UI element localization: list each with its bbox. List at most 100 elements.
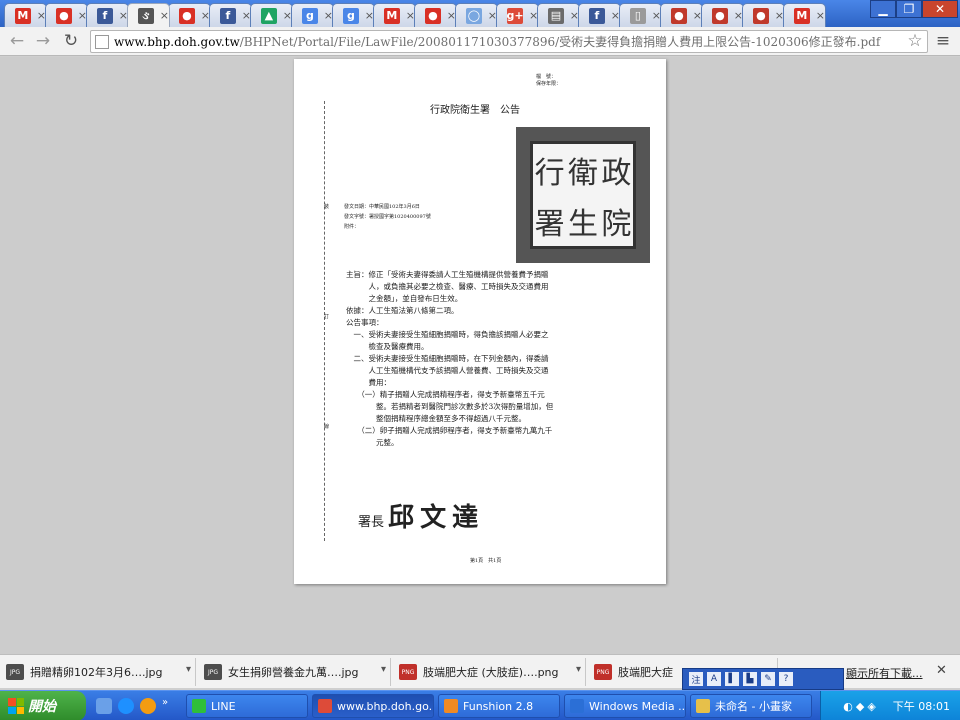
page-footer: 第1頁 共1頁 [470,558,502,564]
announcement-line: 元整。 [346,438,399,447]
download-item[interactable]: PNG 肢端肥大症 (大肢症)….png ▾ [393,658,586,686]
start-button[interactable]: 開始 [0,691,86,720]
download-item[interactable]: JPG 女生捐卵營養金九萬….jpg ▾ [198,658,391,686]
red-pin-icon: ● [56,7,72,24]
media-icon[interactable] [140,698,156,714]
signature-title: 署長 [358,515,385,530]
back-button[interactable]: ← [6,31,28,51]
browser-toolbar: ← → ↻ www.bhp.doh.gov.tw/BHPNet/Portal/F… [0,27,960,56]
ime-button[interactable]: ? [779,672,793,686]
fruit-icon: ● [712,7,728,24]
ime-button[interactable]: ▙ [743,672,757,686]
app-icon [696,699,710,713]
browser-tab[interactable]: M × [783,3,826,27]
ime-button[interactable]: 注 [689,672,703,686]
ime-button[interactable]: ▌ [725,672,739,686]
browser-tab[interactable]: f × [209,3,252,27]
binding-line [324,101,325,541]
download-item[interactable]: JPG 捐贈精卵102年3月6….jpg ▾ [0,658,196,686]
download-filename: 肢端肥大症 (大肢症)….png [423,666,559,679]
close-tab-icon[interactable]: × [160,9,169,22]
browser-tab[interactable]: g × [332,3,375,27]
maximize-button[interactable]: ❐ [896,0,922,18]
pdf-page: 檔 號： 保存年限： 行政院衛生署 公告 裝 訂 線 發文日期：中華民國102年… [294,59,666,584]
seal-char: 衛 [567,155,598,191]
attachment-label: 附件： [344,224,360,230]
announcement-line: 二、受術夫妻接受生殖細胞捐贈時，在下列金額內，得委請 [346,354,549,363]
desktop-icon[interactable] [96,698,112,714]
reload-button[interactable]: ↻ [60,31,82,51]
gmail-icon: M [15,7,31,24]
taskbar-button[interactable]: Funshion 2.8 [438,694,560,718]
quicklaunch-expand-icon[interactable]: » [162,697,168,708]
browser-tab[interactable]: ● × [168,3,211,27]
taskbar: 開始 » LINE www.bhp.doh.go... Funshion 2.8 Wi… [0,690,960,720]
taskbar-button[interactable]: LINE [186,694,308,718]
dropdown-arrow-icon[interactable]: ▾ [381,664,386,675]
seal-char: 署 [534,206,565,242]
facebook-icon: f [589,7,605,24]
ime-button[interactable]: ✎ [761,672,775,686]
gmail-icon: M [384,7,400,24]
download-filename: 捐贈精卵102年3月6….jpg [30,666,163,679]
announcement-line: 檢查及醫療費用。 [346,342,429,351]
browser-tab[interactable]: M × [373,3,416,27]
browser-tab[interactable]: ● × [660,3,703,27]
taskbar-button[interactable]: Windows Media ... [564,694,686,718]
close-tab-icon[interactable]: × [816,9,825,22]
tray-icons[interactable]: ◐◆◈ [843,700,879,713]
url-host: www.bhp.doh.gov.tw [114,34,240,49]
download-filename: 肢端肥大症 [618,666,673,679]
announcement-line: 之金額」，並自發布日生效。 [346,294,463,303]
ime-toolbar[interactable]: 注 A ▌ ▙ ✎? [682,668,844,690]
browser-tab[interactable]: ▤ × [537,3,580,27]
url-path: /BHPNet/Portal/File/LawFile/200801171030… [239,35,881,49]
ime-button[interactable]: A [707,672,721,686]
ie-icon[interactable] [118,698,134,714]
address-bar[interactable]: www.bhp.doh.gov.tw/BHPNet/Portal/File/La… [90,30,928,53]
show-all-downloads-link[interactable]: 顯示所有下載... [846,665,923,681]
browser-tab[interactable]: ▯ × [619,3,662,27]
minimize-button[interactable]: ▁ [870,0,896,18]
browser-tab[interactable]: ● × [742,3,785,27]
announcement-line: 依據：人工生殖法第八條第二項。 [346,306,459,315]
announcement-line: （二）卵子捐贈人完成捐卵程序者，得支予新臺幣九萬九千 [346,426,553,435]
seal-char: 政 [601,155,632,191]
close-window-button[interactable]: ✕ [922,0,958,18]
web-icon: ▤ [548,7,564,24]
browser-tab[interactable]: g × [291,3,334,27]
browser-tab[interactable]: ◯ × [455,3,498,27]
dropdown-arrow-icon[interactable]: ▾ [186,664,191,675]
menu-icon[interactable]: ≡ [932,31,954,51]
bookmark-star-icon[interactable]: ☆ [904,31,926,51]
close-shelf-button[interactable]: ✕ [936,663,947,678]
browser-tab[interactable]: f × [578,3,621,27]
browser-tab[interactable]: ▲ × [250,3,293,27]
taskbar-button[interactable]: www.bhp.doh.go... [312,694,434,718]
forward-button[interactable]: → [32,31,54,51]
jpg-file-icon: JPG [6,664,24,680]
browser-tab[interactable]: ● × [45,3,88,27]
taskbar-label: 未命名 - 小畫家 [715,700,792,713]
announcement-line: 主旨：修正「受術夫妻得委請人工生殖機構提供營養費予捐贈 [346,270,549,279]
taskbar-button[interactable]: 未命名 - 小畫家 [690,694,812,718]
system-tray: ◐◆◈ 下午 08:01 [820,691,960,720]
browser-tab[interactable]: ● × [701,3,744,27]
google-drive-icon: ▲ [261,7,277,24]
dropdown-arrow-icon[interactable]: ▾ [576,664,581,675]
announcement-line: 人，或負擔其必要之檢查、醫療、工時損失及交通費用 [346,282,549,291]
red-pin-icon: ● [425,7,441,24]
app-icon [444,699,458,713]
seal-char: 生 [567,206,598,242]
browser-tab[interactable]: ઙ × [127,3,170,27]
signature-name: 邱文達 [388,503,485,533]
gmail-icon: M [794,7,810,24]
margin-mark: 線 [324,424,330,430]
browser-tab[interactable]: M × [4,3,47,27]
margin-mark: 訂 [324,314,330,320]
pdf-viewport[interactable]: 檔 號： 保存年限： 行政院衛生署 公告 裝 訂 線 發文日期：中華民國102年… [0,57,960,654]
browser-tab[interactable]: ● × [414,3,457,27]
browser-tab[interactable]: g+ × [496,3,539,27]
facebook-icon: f [220,7,236,24]
browser-tab[interactable]: f × [86,3,129,27]
